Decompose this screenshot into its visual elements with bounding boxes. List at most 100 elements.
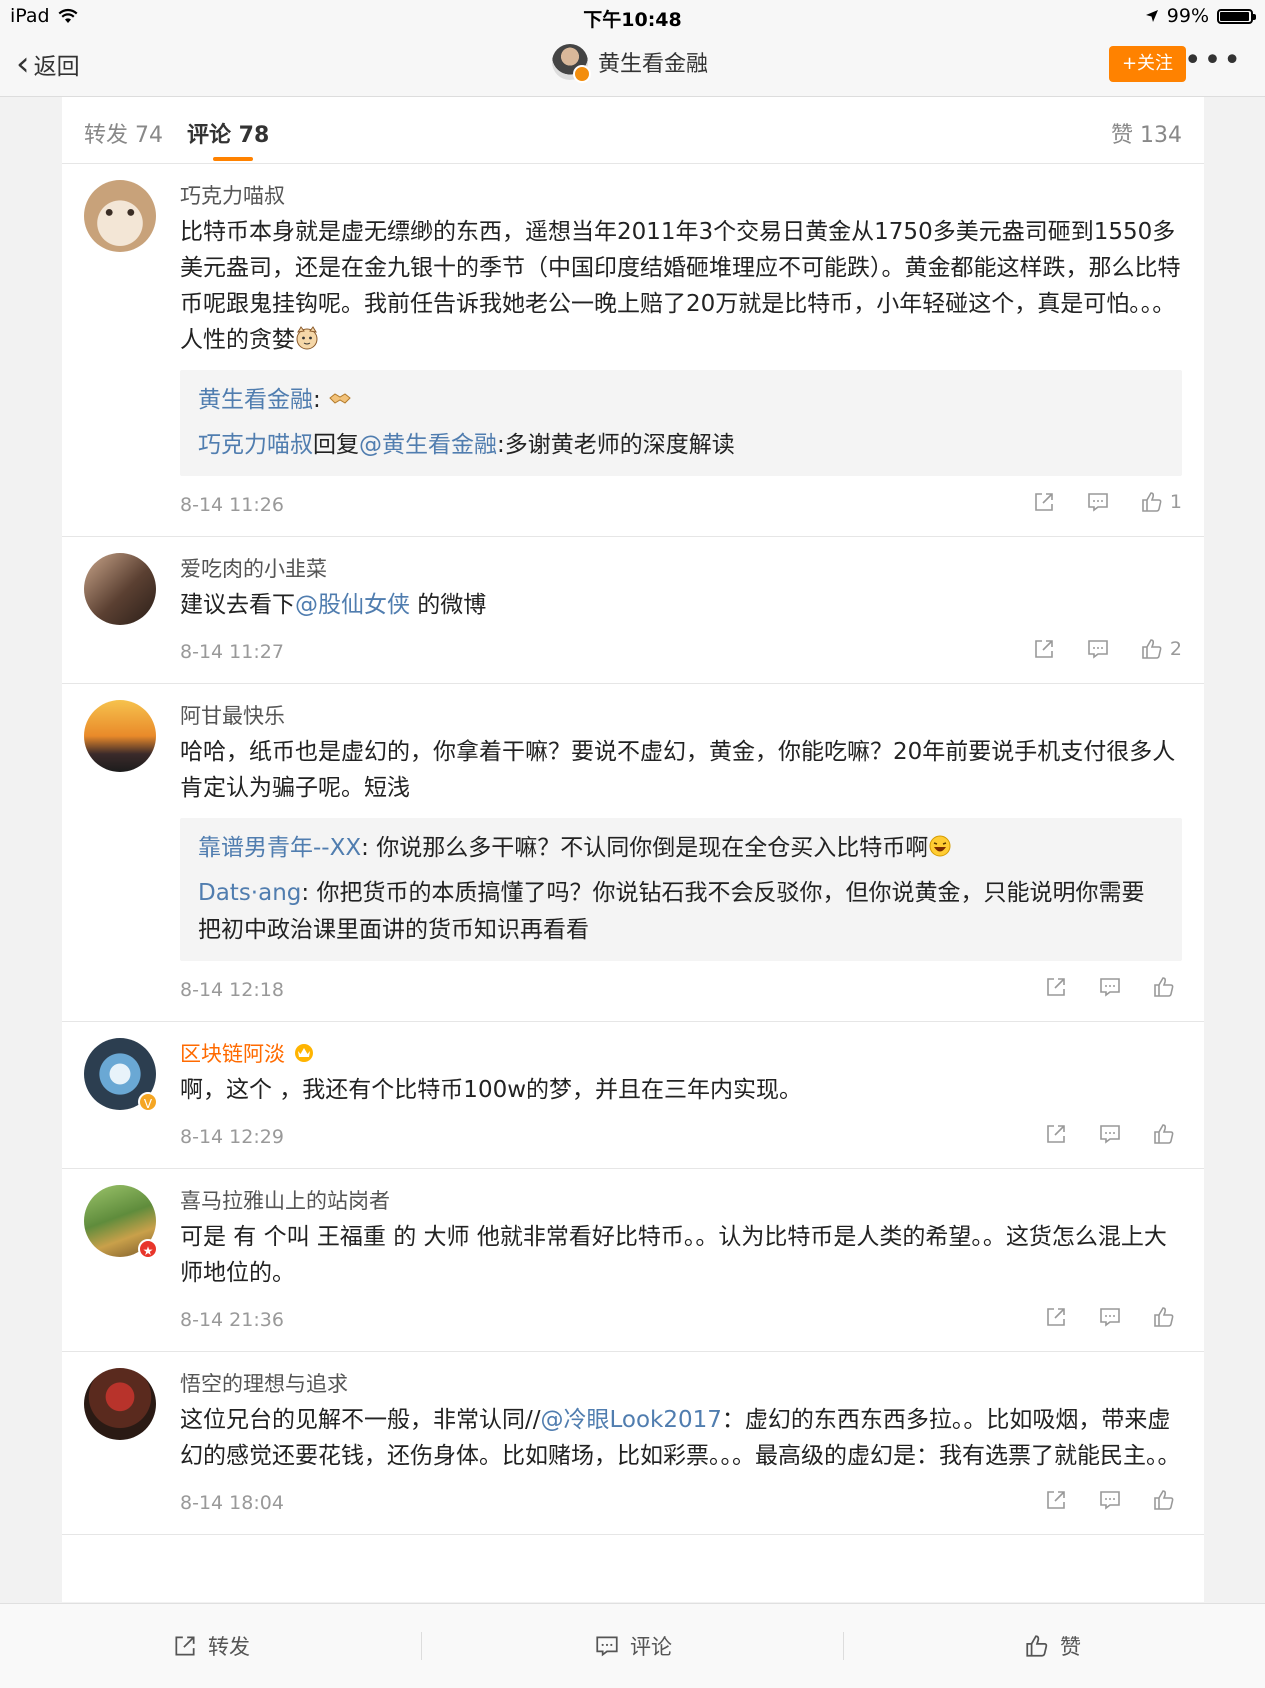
reply-box: 靠谱男青年--XX: 你说那么多干嘛？不认同你倒是现在全仓买入比特币啊 Dats… bbox=[180, 818, 1182, 961]
comment-username[interactable]: 区块链阿淡 bbox=[180, 1039, 316, 1069]
bottom-toolbar: 转发 评论 赞 bbox=[0, 1603, 1265, 1688]
comment-list: 巧克力喵叔 比特币本身就是虚无缥缈的东西，遥想当年2011年3个交易日黄金从17… bbox=[62, 164, 1204, 1535]
comment-button[interactable]: 评论 bbox=[594, 1604, 672, 1688]
comment-text: 可是 有 个叫 王福重 的 大师 他就非常看好比特币。。认为比特币是人类的希望。… bbox=[180, 1224, 1167, 1286]
nav-title-group[interactable]: 黄生看金融 bbox=[552, 44, 709, 83]
comment-icon bbox=[1100, 1491, 1120, 1510]
comment-username[interactable]: 阿甘最快乐 bbox=[180, 701, 285, 731]
share-icon bbox=[1047, 1308, 1065, 1326]
thumbs-up-icon bbox=[1142, 639, 1162, 659]
reply-username[interactable]: 靠谱男青年--XX bbox=[198, 835, 361, 861]
tab-bar: 转发 74 评论 78 赞 134 bbox=[62, 97, 1204, 164]
comment-item: 悟空的理想与追求 这位兄台的见解不一般，非常认同//@冷眼Look2017：虚幻… bbox=[62, 1352, 1204, 1535]
thumbs-up-icon bbox=[1154, 1307, 1174, 1327]
like-button[interactable]: 1 bbox=[1140, 490, 1182, 514]
mention-link[interactable]: @黄生看金融 bbox=[359, 432, 497, 458]
comment-username[interactable]: 爱吃肉的小韭菜 bbox=[180, 554, 327, 584]
comment-item: V 区块链阿淡 啊，这个 ，我还有个比特币100w的梦，并且在三年内实现。 8-… bbox=[62, 1022, 1204, 1169]
like-button[interactable] bbox=[1152, 1305, 1182, 1329]
back-label: 返回 bbox=[33, 54, 80, 80]
comment-username[interactable]: 巧克力喵叔 bbox=[180, 181, 285, 211]
verified-badge-icon: V bbox=[138, 1092, 158, 1112]
avatar bbox=[552, 44, 591, 83]
comment-icon bbox=[1100, 1308, 1120, 1327]
battery-percent: 99% bbox=[1166, 5, 1209, 27]
reply-button[interactable] bbox=[1098, 975, 1122, 999]
comment-label: 评论 bbox=[630, 1635, 672, 1659]
comment-footer: 8-14 18:04 bbox=[180, 1474, 1182, 1534]
thumbs-up-icon bbox=[1026, 1635, 1048, 1657]
battery-icon bbox=[1217, 8, 1256, 24]
comment-time: 8-14 21:36 bbox=[180, 1309, 284, 1331]
like-button[interactable] bbox=[1152, 975, 1182, 999]
share-button[interactable] bbox=[1032, 490, 1056, 514]
comment-icon bbox=[1100, 1125, 1120, 1144]
comment-card: 转发 74 评论 78 赞 134 巧克力喵叔 比特币本身就是虚无缥缈的东西，遥… bbox=[62, 97, 1204, 1602]
page-title: 黄生看金融 bbox=[598, 52, 709, 77]
toolbar-divider bbox=[843, 1632, 844, 1660]
share-button[interactable] bbox=[1044, 1122, 1068, 1146]
reply-username[interactable]: Dats·ang bbox=[198, 880, 301, 906]
mention-link[interactable]: @股仙女侠 bbox=[295, 592, 410, 618]
like-button[interactable]: 2 bbox=[1140, 637, 1182, 661]
comment-footer: 8-14 11:26 1 bbox=[180, 476, 1182, 536]
thumbs-up-icon bbox=[1154, 1490, 1174, 1510]
comment-time: 8-14 12:29 bbox=[180, 1126, 284, 1148]
comment-footer: 8-14 12:29 bbox=[180, 1108, 1182, 1168]
comment-item: 爱吃肉的小韭菜 建议去看下@股仙女侠 的微博 8-14 11:27 2 bbox=[62, 537, 1204, 684]
comment-icon bbox=[1100, 978, 1120, 997]
back-button[interactable]: ‹ 返回 bbox=[16, 47, 80, 81]
avatar[interactable] bbox=[84, 180, 156, 252]
reply-username[interactable]: 黄生看金融 bbox=[198, 387, 313, 413]
comment-text: 这位兄台的见解不一般，非常认同//@冷眼Look2017：虚幻的东西东西多拉。。… bbox=[180, 1407, 1181, 1469]
status-time: 下午10:48 bbox=[583, 9, 682, 31]
comment-text: 哈哈，纸币也是虚幻的，你拿着干嘛？要说不虚幻，黄金，你能吃嘛？20年前要说手机支… bbox=[180, 739, 1176, 801]
reply-item: 巧克力喵叔回复@黄生看金融:多谢黄老师的深度解读 bbox=[198, 432, 735, 458]
like-button[interactable]: 赞 bbox=[1024, 1604, 1081, 1688]
avatar[interactable] bbox=[84, 553, 156, 625]
navigation-bar: ‹ 返回 黄生看金融 +关注 ••• bbox=[0, 32, 1265, 97]
tab-comments[interactable]: 评论 78 bbox=[187, 117, 269, 161]
comment-footer: 8-14 21:36 bbox=[180, 1291, 1182, 1351]
comment-item: 阿甘最快乐 哈哈，纸币也是虚幻的，你拿着干嘛？要说不虚幻，黄金，你能吃嘛？20年… bbox=[62, 684, 1204, 1022]
reply-button[interactable] bbox=[1098, 1305, 1122, 1329]
comment-time: 8-14 12:18 bbox=[180, 979, 284, 1001]
reply-username[interactable]: 巧克力喵叔 bbox=[198, 432, 313, 458]
location-arrow-icon bbox=[1145, 10, 1158, 22]
reply-button[interactable] bbox=[1086, 637, 1110, 661]
tab-repost[interactable]: 转发 74 bbox=[84, 117, 163, 149]
comment-time: 8-14 18:04 bbox=[180, 1492, 284, 1514]
laughing-emoji-icon bbox=[929, 835, 951, 857]
comment-time: 8-14 11:27 bbox=[180, 641, 284, 663]
reply-item: 黄生看金融: bbox=[198, 378, 1164, 423]
reply-button[interactable] bbox=[1098, 1488, 1122, 1512]
vip-crown-icon bbox=[294, 1044, 313, 1062]
like-button[interactable] bbox=[1152, 1488, 1182, 1512]
tab-likes[interactable]: 赞 134 bbox=[1111, 117, 1182, 149]
comment-text: 啊，这个 ，我还有个比特币100w的梦，并且在三年内实现。 bbox=[180, 1077, 803, 1103]
comment-icon bbox=[1088, 493, 1108, 512]
share-button[interactable] bbox=[1044, 1305, 1068, 1329]
avatar[interactable] bbox=[84, 1368, 156, 1440]
thumbs-up-icon bbox=[1154, 977, 1174, 997]
chevron-left-icon: ‹ bbox=[16, 44, 30, 84]
share-button[interactable] bbox=[1032, 637, 1056, 661]
comment-username[interactable]: 喜马拉雅山上的站岗者 bbox=[180, 1186, 390, 1216]
avatar[interactable] bbox=[84, 700, 156, 772]
mention-link[interactable]: @冷眼Look2017 bbox=[541, 1407, 722, 1433]
share-icon bbox=[175, 1636, 195, 1656]
repost-label: 转发 bbox=[208, 1635, 250, 1659]
comment-username[interactable]: 悟空的理想与追求 bbox=[180, 1369, 348, 1399]
share-button[interactable] bbox=[1044, 975, 1068, 999]
share-button[interactable] bbox=[1044, 1488, 1068, 1512]
avatar[interactable]: V bbox=[84, 1038, 158, 1112]
more-options-icon[interactable]: ••• bbox=[1184, 46, 1243, 76]
avatar[interactable]: ★ bbox=[84, 1185, 158, 1259]
repost-button[interactable]: 转发 bbox=[172, 1604, 250, 1688]
like-count: 2 bbox=[1169, 638, 1182, 660]
reply-button[interactable] bbox=[1086, 490, 1110, 514]
thumbs-up-icon bbox=[1142, 492, 1162, 512]
reply-button[interactable] bbox=[1098, 1122, 1122, 1146]
follow-button[interactable]: +关注 bbox=[1109, 46, 1186, 82]
like-button[interactable] bbox=[1152, 1122, 1182, 1146]
